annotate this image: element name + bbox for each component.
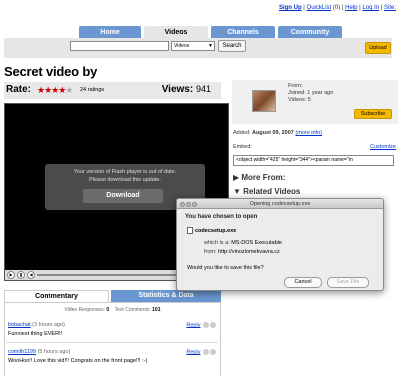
more-from-toggle[interactable]: ▶ More From: [233, 173, 285, 182]
reply-link[interactable]: Reply [186, 349, 216, 355]
save-file-button[interactable]: Save File [327, 277, 369, 288]
comment-divider [6, 342, 218, 343]
quicklist-count: (0) [332, 5, 341, 11]
page: Sign Up | QuickList (0) | Help | Log In … [0, 0, 400, 376]
upload-button[interactable]: Upload [365, 42, 391, 54]
star-icon[interactable]: ★ [65, 85, 73, 95]
tab-statistics[interactable]: Statistics & Data [111, 290, 221, 302]
login-link[interactable]: Log In [362, 5, 379, 11]
comment-item: bobachat (3 hours ago) Reply Funniest th… [8, 322, 218, 337]
comment-text: WooHoo!! Love this vid!!! Congrats on th… [8, 358, 148, 364]
thumbs-up-icon[interactable] [203, 322, 209, 328]
thumbs-up-icon[interactable] [203, 349, 209, 355]
flash-message-2: Please download this update. [89, 176, 161, 183]
site-link[interactable]: Site: [384, 5, 396, 11]
video-title: Secret video by [4, 64, 98, 79]
cancel-button[interactable]: Cancel [284, 277, 322, 288]
search-input[interactable] [70, 41, 169, 51]
star-rating[interactable]: ★★★★★ [37, 85, 73, 96]
comment-time: (5 hours ago) [37, 349, 71, 355]
dialog-title: Opening codecsetup.exe [249, 201, 311, 207]
tab-videos[interactable]: Videos [144, 26, 208, 38]
dialog-heading: You have chosen to open [185, 214, 258, 220]
file-source: from: http://vinozlomekvavra.cz [204, 249, 280, 255]
search-button[interactable]: Search [218, 40, 246, 52]
comment-time: (3 hours ago) [32, 322, 65, 328]
comment-text: Funniest thing EVER!! [8, 331, 63, 337]
views-count: Views: 941 [161, 84, 211, 95]
pause-icon[interactable]: ❚ [17, 271, 25, 279]
more-info-link[interactable]: (more info) [295, 130, 322, 136]
comment-tabs: Commentary Statistics & Data [4, 290, 221, 302]
thumbs-down-icon[interactable] [210, 322, 216, 328]
avatar[interactable] [252, 90, 276, 112]
search-bar: Videos ▼ Search Upload [4, 38, 392, 58]
zoom-icon[interactable] [192, 202, 197, 207]
download-button[interactable]: Download [83, 189, 163, 203]
help-link[interactable]: Help [345, 5, 357, 11]
added-date: Added: August 09, 2007 (more info) [233, 130, 322, 136]
comments-panel [4, 302, 221, 376]
subscribe-button[interactable]: Subscribe [354, 109, 392, 119]
customize-link[interactable]: Customize [370, 144, 396, 150]
quicklist-link[interactable]: QuickList [307, 5, 332, 11]
rating-bar: Rate: ★★★★★ 24 ratings Views: 941 [4, 82, 221, 99]
search-category-select[interactable]: Videos ▼ [171, 41, 215, 51]
download-dialog: Opening codecsetup.exe You have chosen t… [176, 198, 384, 291]
comment-counts: Video Responses: 0 Text Comments: 101 [64, 307, 161, 313]
dialog-question: Would you like to save this file? [187, 265, 264, 271]
seek-bar[interactable] [37, 274, 183, 276]
dialog-filename: codecsetup.exe [187, 227, 236, 234]
tab-channels[interactable]: Channels [211, 26, 275, 38]
main-nav: Home Videos Channels Community [79, 26, 342, 38]
rate-label: Rate: [6, 84, 32, 95]
tab-community[interactable]: Community [278, 26, 342, 38]
dialog-titlebar[interactable]: Opening codecsetup.exe [177, 199, 383, 209]
rewind-icon[interactable]: ◀ [27, 271, 35, 279]
embed-label: Embed: [233, 144, 252, 150]
play-icon[interactable]: ▶ [7, 271, 15, 279]
signup-link[interactable]: Sign Up [279, 5, 302, 11]
tab-home[interactable]: Home [79, 26, 141, 38]
minimize-icon[interactable] [186, 202, 191, 207]
tab-commentary[interactable]: Commentary [4, 290, 109, 302]
related-videos-toggle[interactable]: ▼ Related Videos [233, 187, 300, 196]
file-type: which is a: MS-DOS Executable [204, 240, 282, 246]
reply-link[interactable]: Reply [186, 322, 216, 328]
comment-user[interactable]: comith1199 [8, 349, 36, 355]
ratings-count: 24 ratings [80, 87, 105, 93]
comment-item: comith1199 (5 hours ago) Reply WooHoo!! … [8, 349, 218, 364]
top-links: Sign Up | QuickList (0) | Help | Log In … [278, 5, 396, 11]
flash-message: Your version of Flash player is out of d… [73, 169, 177, 175]
chevron-down-icon: ▼ [208, 43, 213, 49]
thumbs-down-icon[interactable] [210, 349, 216, 355]
uploader-info: From: Joined: 1 year ago Videos: 5 [288, 83, 334, 103]
comment-user[interactable]: bobachat [8, 322, 31, 328]
file-icon [187, 227, 193, 234]
close-icon[interactable] [180, 202, 185, 207]
embed-code-field[interactable]: <object width="425" height="344"><param … [233, 155, 394, 166]
